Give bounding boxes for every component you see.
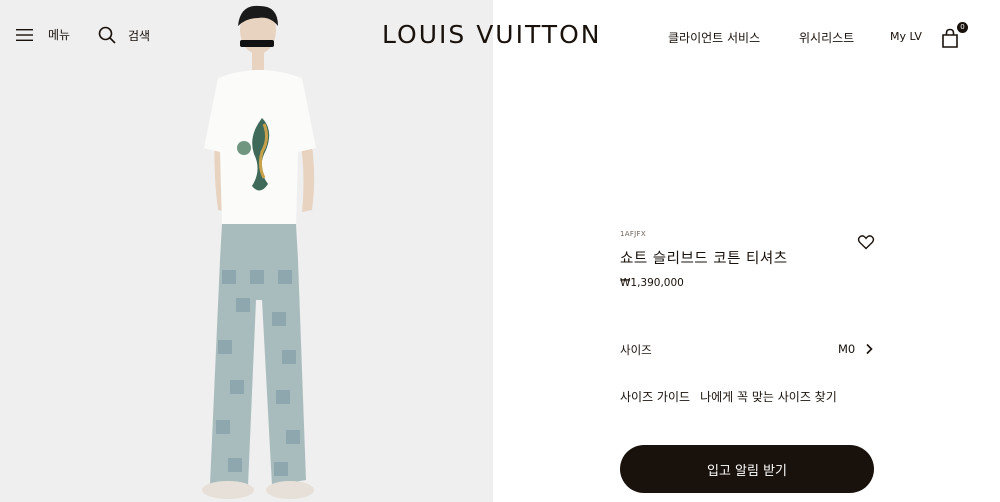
- find-my-size-link[interactable]: 나에게 꼭 맞는 사이즈 찾기: [700, 388, 837, 405]
- menu-button[interactable]: 메뉴: [16, 26, 70, 43]
- size-value: M0: [838, 342, 856, 356]
- bag-count-badge: 0: [957, 22, 968, 33]
- notify-me-button[interactable]: 입고 알림 받기: [620, 445, 874, 493]
- size-label: 사이즈: [620, 343, 652, 357]
- product-title: 쇼트 슬리브드 코튼 티셔츠: [620, 251, 788, 267]
- size-guide-link[interactable]: 사이즈 가이드: [620, 388, 690, 405]
- my-lv-link[interactable]: My LV: [890, 30, 922, 43]
- brand-logo[interactable]: LOUIS VUITTON: [382, 20, 601, 49]
- product-info: 1AFJFX 쇼트 슬리브드 코튼 티셔츠 ₩1,390,000: [620, 230, 876, 289]
- search-button[interactable]: 검색: [98, 26, 150, 44]
- model-photo: [202, 5, 316, 499]
- chevron-right-icon: [866, 343, 873, 355]
- search-label: 검색: [128, 28, 151, 43]
- heart-icon[interactable]: [857, 233, 875, 251]
- size-selector[interactable]: 사이즈 M0: [620, 338, 876, 360]
- search-icon: [98, 26, 116, 44]
- wishlist-link[interactable]: 위시리스트: [799, 29, 854, 46]
- shopping-bag-button[interactable]: 0: [941, 22, 971, 48]
- site-header: 메뉴 검색 LOUIS VUITTON 클라이언트 서비스 위시리스트 My L…: [0, 0, 1000, 72]
- shopping-bag-icon: [942, 28, 958, 48]
- product-image[interactable]: [0, 0, 493, 502]
- menu-label: 메뉴: [48, 28, 71, 42]
- product-sku: 1AFJFX: [620, 230, 646, 238]
- size-guide-row: 사이즈 가이드 나에게 꼭 맞는 사이즈 찾기: [620, 388, 837, 405]
- hamburger-icon: [16, 28, 33, 41]
- client-service-link[interactable]: 클라이언트 서비스: [668, 29, 760, 46]
- product-price: ₩1,390,000: [620, 277, 684, 289]
